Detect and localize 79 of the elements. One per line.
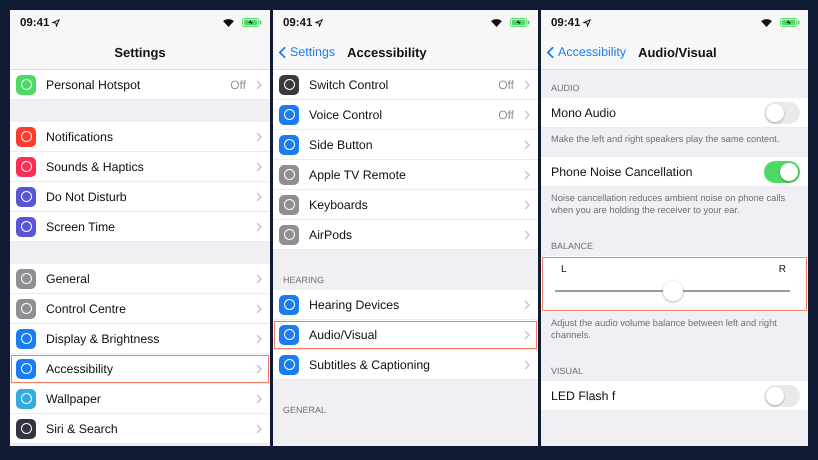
settings-row[interactable]: Personal Hotspot Off (10, 70, 270, 100)
settings-row[interactable]: Display & Brightness (10, 324, 270, 354)
settings-row[interactable]: Keyboards (273, 190, 538, 220)
back-chevron-icon[interactable] (547, 46, 554, 58)
settings-row[interactable]: Siri & Search (10, 414, 270, 444)
row-value: Off (498, 78, 514, 92)
status-time: 09:41 (283, 16, 312, 28)
chevron-icon (524, 140, 530, 150)
settings-row[interactable]: General (10, 264, 270, 294)
chevron-icon (524, 300, 530, 310)
back-link[interactable]: Settings (279, 45, 336, 59)
chevron-icon (256, 334, 262, 344)
settings-row[interactable]: Control Centre (10, 294, 270, 324)
section-header: VISUAL (551, 366, 584, 376)
section-header: BALANCE (551, 241, 594, 252)
wifi-icon (490, 18, 503, 27)
chevron-icon (524, 80, 530, 90)
location-arrow-icon (315, 18, 324, 26)
settings-row[interactable]: Wallpaper (10, 384, 270, 414)
section-header: GENERAL (283, 405, 326, 415)
chevron-icon (524, 200, 530, 210)
section-footnote: Make the left and right speakers play the same content. (551, 134, 780, 144)
section-footnote: Adjust the audio volume balance between left and right channels. (551, 318, 777, 340)
settings-row[interactable]: Sounds & Haptics (10, 152, 270, 182)
chevron-icon (256, 192, 262, 202)
settings-row[interactable]: Do Not Disturb (10, 182, 270, 212)
chevron-icon (524, 230, 530, 240)
chevron-icon (524, 360, 530, 370)
settings-row[interactable]: Apple TV Remote (273, 160, 538, 190)
settings-row[interactable]: Voice Control Off (273, 100, 538, 130)
toggle-label: Mono Audio (551, 106, 617, 120)
screen-title: Accessibility (347, 44, 427, 60)
row-value: Off (498, 108, 514, 122)
location-arrow-icon (583, 18, 592, 26)
section-header: AUDIO (551, 83, 580, 93)
toggle-label: LED Flash f (551, 388, 616, 403)
toggle-switch[interactable] (764, 160, 800, 183)
back-chevron-icon[interactable] (279, 46, 286, 58)
chevron-icon (256, 394, 262, 404)
section-header: HEARING (283, 275, 324, 285)
settings-row[interactable]: Switch Control Off (273, 70, 538, 100)
battery-charging-icon (780, 18, 800, 27)
section-footnote: Noise cancellation reduces ambient noise on phone calls when you are holding the receiver to your ear. (551, 193, 786, 216)
screen-title: Settings (114, 44, 166, 60)
settings-row[interactable]: Notifications (10, 122, 270, 152)
chevron-icon (256, 222, 262, 232)
wifi-icon (760, 18, 773, 27)
chevron-icon (256, 304, 262, 314)
status-time: 09:41 (20, 16, 50, 28)
chevron-icon (256, 132, 262, 142)
settings-row[interactable]: Hearing Devices (273, 290, 538, 320)
settings-row[interactable]: Subtitles & Captioning (273, 350, 538, 380)
settings-row[interactable]: Audio/Visual (273, 320, 538, 350)
screen-title: Audio/Visual (638, 44, 717, 60)
chevron-icon (256, 274, 262, 284)
chevron-icon (524, 110, 530, 120)
left-label: L (561, 264, 567, 276)
chevron-icon (524, 170, 530, 180)
settings-row[interactable]: Screen Time (10, 212, 270, 242)
battery-charging-icon (242, 18, 262, 27)
right-label: R (778, 264, 786, 276)
settings-row[interactable]: AirPods (273, 220, 538, 250)
settings-row[interactable]: Accessibility (10, 354, 270, 384)
settings-row[interactable]: Side Button (273, 130, 538, 160)
chevron-icon (256, 364, 262, 374)
toggle-label: Phone Noise Cancellation (551, 164, 694, 179)
location-arrow-icon (52, 18, 60, 26)
toggle-switch[interactable] (764, 384, 800, 407)
chevron-icon (524, 330, 530, 340)
row-value: Off (230, 78, 246, 92)
chevron-icon (256, 162, 262, 172)
back-link[interactable]: Accessibility (547, 45, 626, 59)
chevron-icon (256, 424, 262, 434)
slider-thumb[interactable] (662, 281, 682, 302)
toggle-switch[interactable] (764, 102, 800, 124)
battery-charging-icon (510, 18, 530, 27)
status-time: 09:41 (551, 16, 580, 28)
wifi-icon (222, 18, 235, 27)
chevron-icon (256, 80, 262, 90)
